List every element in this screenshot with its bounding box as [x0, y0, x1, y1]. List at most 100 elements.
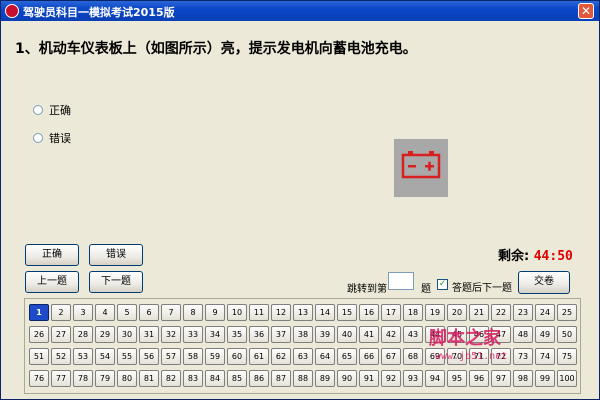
- question-number-button[interactable]: 68: [403, 348, 423, 365]
- question-number-button[interactable]: 82: [161, 370, 181, 387]
- question-number-button[interactable]: 31: [139, 326, 159, 343]
- question-number-button[interactable]: 8: [183, 304, 203, 321]
- question-number-button[interactable]: 53: [73, 348, 93, 365]
- next-question-button[interactable]: 下一题: [89, 271, 143, 293]
- answer-wrong-button[interactable]: 错误: [89, 244, 143, 266]
- question-number-button[interactable]: 89: [315, 370, 335, 387]
- question-number-button[interactable]: 1: [29, 304, 49, 321]
- question-number-button[interactable]: 15: [337, 304, 357, 321]
- question-number-button[interactable]: 27: [51, 326, 71, 343]
- question-number-button[interactable]: 94: [425, 370, 445, 387]
- question-number-button[interactable]: 86: [249, 370, 269, 387]
- question-number-button[interactable]: 11: [249, 304, 269, 321]
- question-number-button[interactable]: 97: [491, 370, 511, 387]
- question-number-button[interactable]: 90: [337, 370, 357, 387]
- question-number-button[interactable]: 29: [95, 326, 115, 343]
- question-number-button[interactable]: 7: [161, 304, 181, 321]
- question-number-button[interactable]: 40: [337, 326, 357, 343]
- question-number-button[interactable]: 12: [271, 304, 291, 321]
- question-number-button[interactable]: 75: [557, 348, 577, 365]
- question-number-button[interactable]: 57: [161, 348, 181, 365]
- question-number-button[interactable]: 32: [161, 326, 181, 343]
- question-number-button[interactable]: 67: [381, 348, 401, 365]
- question-number-button[interactable]: 48: [513, 326, 533, 343]
- question-number-button[interactable]: 13: [293, 304, 313, 321]
- question-number-button[interactable]: 84: [205, 370, 225, 387]
- submit-button[interactable]: 交卷: [518, 271, 570, 294]
- question-number-button[interactable]: 18: [403, 304, 423, 321]
- option-wrong[interactable]: 错误: [33, 130, 71, 146]
- question-number-button[interactable]: 65: [337, 348, 357, 365]
- question-number-button[interactable]: 76: [29, 370, 49, 387]
- answer-correct-button[interactable]: 正确: [25, 244, 79, 266]
- question-number-button[interactable]: 25: [557, 304, 577, 321]
- question-number-button[interactable]: 10: [227, 304, 247, 321]
- question-number-button[interactable]: 56: [139, 348, 159, 365]
- question-number-button[interactable]: 26: [29, 326, 49, 343]
- question-number-button[interactable]: 74: [535, 348, 555, 365]
- question-number-button[interactable]: 59: [205, 348, 225, 365]
- question-number-button[interactable]: 62: [271, 348, 291, 365]
- question-number-button[interactable]: 51: [29, 348, 49, 365]
- question-number-button[interactable]: 85: [227, 370, 247, 387]
- question-number-button[interactable]: 79: [95, 370, 115, 387]
- close-button[interactable]: ✕: [578, 3, 594, 19]
- question-number-button[interactable]: 50: [557, 326, 577, 343]
- question-number-button[interactable]: 28: [73, 326, 93, 343]
- question-number-button[interactable]: 2: [51, 304, 71, 321]
- question-number-button[interactable]: 4: [95, 304, 115, 321]
- question-number-button[interactable]: 35: [227, 326, 247, 343]
- question-number-button[interactable]: 6: [139, 304, 159, 321]
- question-number-button[interactable]: 77: [51, 370, 71, 387]
- question-number-button[interactable]: 36: [249, 326, 269, 343]
- question-number-button[interactable]: 30: [117, 326, 137, 343]
- question-number-button[interactable]: 34: [205, 326, 225, 343]
- question-number-button[interactable]: 81: [139, 370, 159, 387]
- auto-next-checkbox[interactable]: ✓: [437, 279, 448, 290]
- prev-question-button[interactable]: 上一题: [25, 271, 79, 293]
- question-number-button[interactable]: 17: [381, 304, 401, 321]
- question-number-button[interactable]: 80: [117, 370, 137, 387]
- question-number-button[interactable]: 37: [271, 326, 291, 343]
- question-number-button[interactable]: 93: [403, 370, 423, 387]
- question-number-button[interactable]: 66: [359, 348, 379, 365]
- question-number-button[interactable]: 61: [249, 348, 269, 365]
- question-number-button[interactable]: 96: [469, 370, 489, 387]
- question-number-button[interactable]: 78: [73, 370, 93, 387]
- question-number-button[interactable]: 14: [315, 304, 335, 321]
- question-number-button[interactable]: 99: [535, 370, 555, 387]
- question-number-button[interactable]: 39: [315, 326, 335, 343]
- question-number-button[interactable]: 73: [513, 348, 533, 365]
- question-number-button[interactable]: 60: [227, 348, 247, 365]
- question-number-button[interactable]: 52: [51, 348, 71, 365]
- question-number-button[interactable]: 49: [535, 326, 555, 343]
- question-number-button[interactable]: 92: [381, 370, 401, 387]
- question-number-button[interactable]: 3: [73, 304, 93, 321]
- question-number-button[interactable]: 54: [95, 348, 115, 365]
- question-number-button[interactable]: 87: [271, 370, 291, 387]
- question-number-button[interactable]: 41: [359, 326, 379, 343]
- question-number-button[interactable]: 23: [513, 304, 533, 321]
- question-number-button[interactable]: 98: [513, 370, 533, 387]
- question-number-button[interactable]: 42: [381, 326, 401, 343]
- question-number-button[interactable]: 63: [293, 348, 313, 365]
- question-number-button[interactable]: 100: [557, 370, 577, 387]
- question-number-button[interactable]: 9: [205, 304, 225, 321]
- question-number-button[interactable]: 91: [359, 370, 379, 387]
- radio-icon[interactable]: [33, 133, 43, 143]
- question-number-button[interactable]: 95: [447, 370, 467, 387]
- question-number-button[interactable]: 88: [293, 370, 313, 387]
- question-number-button[interactable]: 33: [183, 326, 203, 343]
- question-number-button[interactable]: 55: [117, 348, 137, 365]
- question-number-button[interactable]: 21: [469, 304, 489, 321]
- option-correct[interactable]: 正确: [33, 102, 71, 118]
- question-number-button[interactable]: 16: [359, 304, 379, 321]
- question-number-button[interactable]: 5: [117, 304, 137, 321]
- question-number-button[interactable]: 64: [315, 348, 335, 365]
- question-number-button[interactable]: 22: [491, 304, 511, 321]
- radio-icon[interactable]: [33, 105, 43, 115]
- question-number-button[interactable]: 38: [293, 326, 313, 343]
- question-number-button[interactable]: 83: [183, 370, 203, 387]
- question-number-button[interactable]: 19: [425, 304, 445, 321]
- question-number-button[interactable]: 20: [447, 304, 467, 321]
